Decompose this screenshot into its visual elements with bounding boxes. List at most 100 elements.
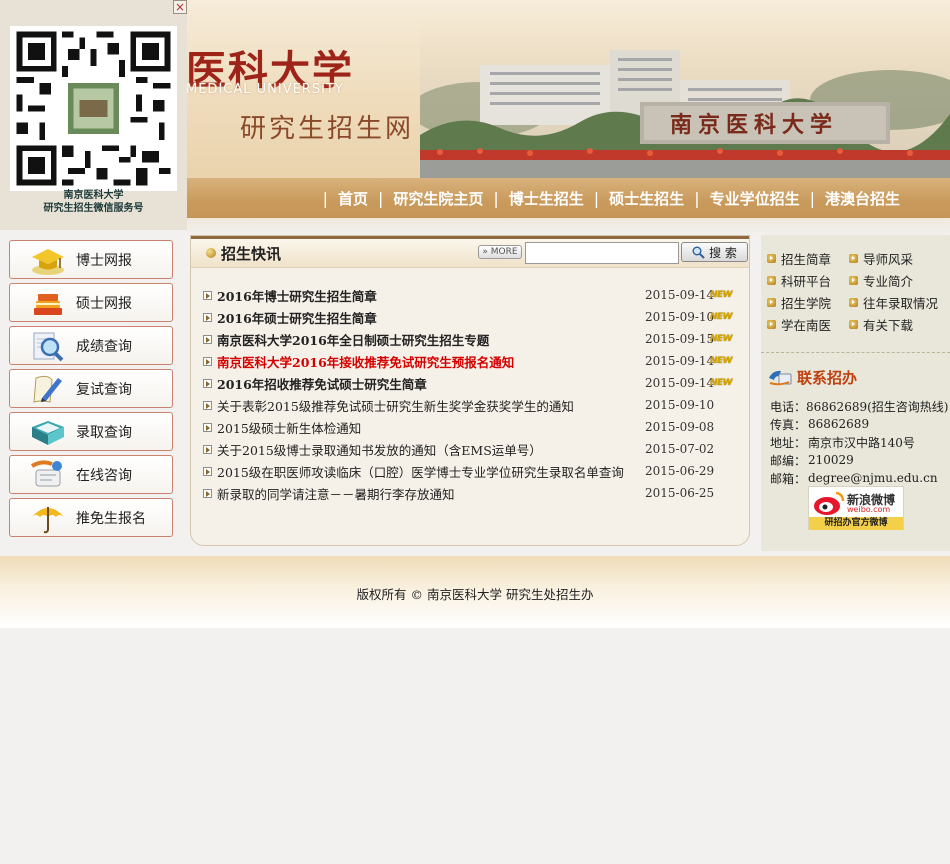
menu-admission-query-label: 录取查询 [76, 424, 132, 441]
phone-icon [769, 370, 792, 386]
menu-admission-query[interactable]: 录取查询 [9, 412, 173, 451]
news-item[interactable]: 关于表彰2015级推荐免试硕士研究生新生奖学金获奖学生的通知 2015-09-10 [203, 394, 733, 416]
news-item-date: 2015-09-14 [645, 288, 715, 302]
arrow-bullet-icon [203, 378, 212, 388]
news-item-title[interactable]: 关于表彰2015级推荐免试硕士研究生新生奖学金获奖学生的通知 [217, 396, 645, 415]
news-item-title[interactable]: 新录取的同学请注意－－暑期行李存放通知 [217, 484, 645, 503]
quick-link[interactable]: 招生简章 [767, 249, 849, 267]
nav-home[interactable]: 首页 [338, 188, 368, 209]
contact-value[interactable]: degree@njmu.edu.cn [808, 471, 938, 485]
nav-hk-macao-taiwan[interactable]: 港澳台招生 [825, 188, 900, 209]
contact-value: 86862689(招生咨询热线) [806, 399, 949, 414]
search-button[interactable]: 搜 索 [681, 242, 748, 262]
gate-inscription: 南京医科大学 [670, 112, 838, 138]
arrow-bullet-icon [203, 334, 212, 344]
arrow-bullet-icon [203, 356, 212, 366]
news-item-title[interactable]: 2015级在职医师攻读临床（口腔）医学博士专业学位研究生录取名单查询 [217, 462, 645, 481]
quick-link-label: 有关下载 [863, 317, 914, 333]
contact-row: 电话： 86862689(招生咨询热线) [770, 397, 948, 415]
news-item-title[interactable]: 2016年招收推荐免试硕士研究生简章 [217, 374, 645, 393]
nav-separator: | [322, 188, 328, 208]
quick-link[interactable]: 有关下载 [849, 315, 945, 333]
menu-master-apply-label: 硕士网报 [76, 295, 132, 312]
arrow-bullet-icon [849, 253, 858, 263]
menu-doctoral-apply[interactable]: 博士网报 [9, 240, 173, 279]
nav-separator: | [694, 188, 700, 208]
menu-exempt-signup[interactable]: 推免生报名 [9, 498, 173, 537]
news-item-title[interactable]: 2016年博士研究生招生简章 [217, 286, 645, 305]
admission-news-panel: 招生快讯 » MORE 搜 索 2016年博士研究生招生简章 2015-09-14… [190, 235, 750, 546]
quick-link[interactable]: 专业简介 [849, 271, 945, 289]
weibo-badge[interactable]: 新浪微博 weibo.com 研招办官方微博 [808, 486, 904, 530]
qr-code-image [10, 26, 177, 191]
left-quick-menu: 博士网报 硕士网报 成绩查询 复试查询 录取查询 在线咨询 推免生报名 [9, 240, 173, 541]
umbrella-icon [32, 506, 64, 533]
quick-link-label: 招生学院 [781, 295, 832, 311]
weibo-icon [814, 491, 845, 515]
qr-caption-line1: 南京医科大学 [63, 190, 124, 201]
quick-link-label: 学在南医 [781, 317, 832, 333]
news-item[interactable]: 2015级硕士新生体检通知 2015-09-08 [203, 416, 733, 438]
menu-score-query-label: 成绩查询 [76, 338, 132, 355]
news-item[interactable]: 2016年招收推荐免试硕士研究生简章 2015-09-14 NEW [203, 372, 733, 394]
nav-separator: | [593, 188, 600, 208]
arrow-bullet-icon [849, 319, 858, 329]
quick-link-label: 往年录取情况 [863, 295, 939, 311]
nav-graduate-school[interactable]: 研究生院主页 [393, 188, 483, 209]
nav-shadow [187, 218, 950, 236]
news-item-date: 2015-06-25 [645, 486, 715, 500]
menu-master-apply[interactable]: 硕士网报 [9, 283, 173, 322]
news-item[interactable]: 关于2015级博士录取通知书发放的通知（含EMS运单号） 2015-07-02 [203, 438, 733, 460]
quick-link[interactable]: 科研平台 [767, 271, 849, 289]
news-item-title[interactable]: 南京医科大学2016年接收推荐免试研究生预报名通知 [217, 352, 645, 371]
news-item[interactable]: 2016年博士研究生招生简章 2015-09-14 NEW [203, 284, 733, 306]
qr-caption-line2: 研究生招生微信服务号 [43, 203, 144, 214]
menu-retest-query[interactable]: 复试查询 [9, 369, 173, 408]
contact-title: 联系招办 [797, 369, 858, 387]
nav-doctoral-admission[interactable]: 博士生招生 [509, 188, 584, 209]
arrow-bullet-icon [203, 444, 212, 454]
close-icon[interactable]: × [173, 0, 187, 14]
contact-key: 地址： [770, 435, 807, 450]
contact-key: 电话： [770, 399, 807, 414]
news-item[interactable]: 新录取的同学请注意－－暑期行李存放通知 2015-06-25 [203, 482, 733, 504]
news-item-date: 2015-06-29 [645, 464, 715, 478]
qr-caption: 南京医科大学 研究生招生微信服务号 [0, 189, 187, 215]
news-item-title[interactable]: 2015级硕士新生体检通知 [217, 418, 645, 437]
menu-online-consult[interactable]: 在线咨询 [9, 455, 173, 494]
news-header: 招生快讯 » MORE 搜 索 [191, 236, 749, 268]
news-item-title[interactable]: 2016年硕士研究生招生简章 [217, 308, 645, 327]
more-button[interactable]: » MORE [478, 245, 522, 259]
nav-separator: | [493, 188, 499, 208]
search-input[interactable] [525, 242, 679, 264]
contact-key: 邮编： [770, 453, 807, 468]
quick-link-label: 导师风采 [863, 251, 914, 267]
nav-professional-degree[interactable]: 专业学位招生 [710, 188, 800, 209]
quick-link[interactable]: 往年录取情况 [849, 293, 945, 311]
news-item[interactable]: 南京医科大学2016年接收推荐免试研究生预报名通知 2015-09-14 NEW [203, 350, 733, 372]
quick-link[interactable]: 导师风采 [849, 249, 945, 267]
sidebar-divider [761, 352, 950, 353]
nav-master-admission[interactable]: 硕士生招生 [609, 188, 684, 209]
menu-score-query[interactable]: 成绩查询 [9, 326, 173, 365]
pen-paper-icon [33, 375, 62, 403]
news-bullet-icon [206, 248, 216, 258]
news-item[interactable]: 南京医科大学2016年全日制硕士研究生招生专题 2015-09-15 NEW [203, 328, 733, 350]
campus-gate-photo: 南京医科大学 [420, 10, 950, 178]
contact-row: 传真： 86862689 [770, 415, 948, 433]
news-item[interactable]: 2016年硕士研究生招生简章 2015-09-10 NEW [203, 306, 733, 328]
news-item-title[interactable]: 关于2015级博士录取通知书发放的通知（含EMS运单号） [217, 440, 645, 459]
quick-link[interactable]: 招生学院 [767, 293, 849, 311]
new-badge-icon: NEW [710, 356, 733, 366]
news-item-date: 2015-09-15 [645, 332, 715, 346]
news-item[interactable]: 2015级在职医师攻读临床（口腔）医学博士专业学位研究生录取名单查询 2015-0… [203, 460, 733, 482]
contact-key: 传真： [770, 417, 807, 432]
contact-value: 86862689 [808, 417, 870, 431]
arrow-bullet-icon [203, 290, 212, 300]
news-item-date: 2015-09-10 [645, 310, 715, 324]
quick-links: 招生简章 导师风采 科研平台 专业简介招生学院 往年录取情况学在南医 有关下载 [767, 249, 947, 333]
news-item-date: 2015-09-14 [645, 376, 715, 390]
quick-link[interactable]: 学在南医 [767, 315, 849, 333]
news-item-title[interactable]: 南京医科大学2016年全日制硕士研究生招生专题 [217, 330, 645, 349]
quick-link-label: 招生简章 [781, 251, 832, 267]
